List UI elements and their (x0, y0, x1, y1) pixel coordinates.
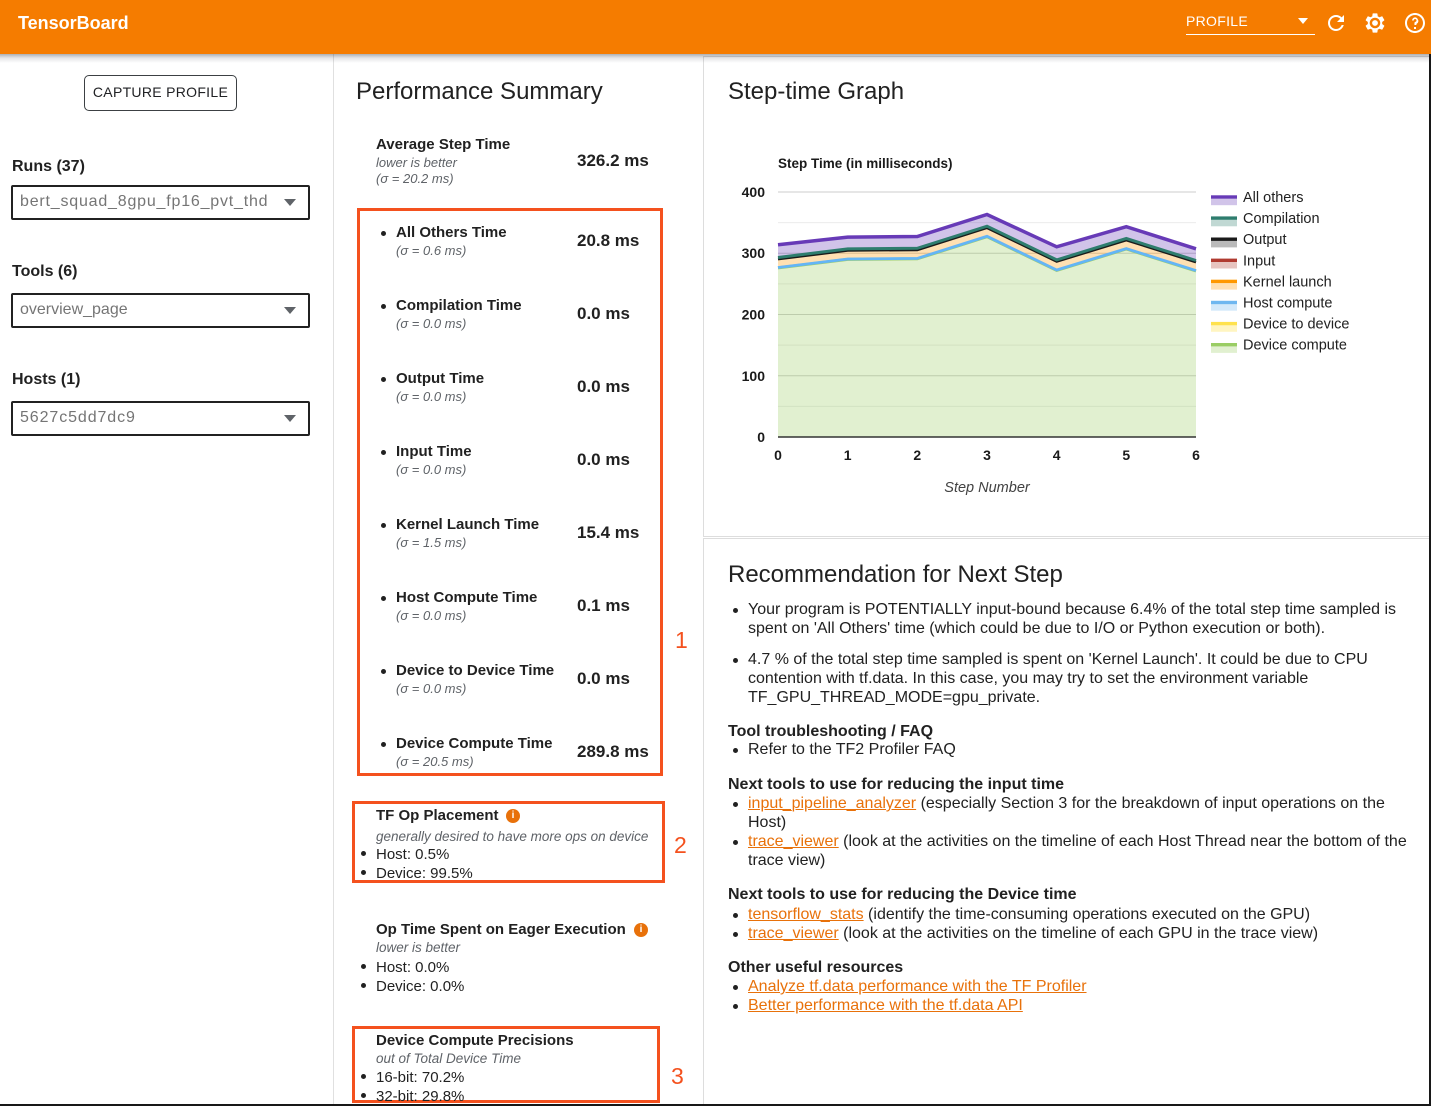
svg-text:Kernel launch: Kernel launch (1243, 274, 1332, 290)
svg-text:All others: All others (1243, 190, 1303, 206)
svg-text:0: 0 (774, 447, 782, 463)
svg-text:4: 4 (1053, 447, 1061, 463)
svg-text:5: 5 (1122, 447, 1130, 463)
svg-text:Input: Input (1243, 253, 1275, 269)
svg-text:100: 100 (742, 368, 766, 384)
svg-text:2: 2 (913, 447, 921, 463)
svg-text:6: 6 (1192, 447, 1200, 463)
svg-text:400: 400 (742, 184, 766, 200)
svg-text:Host compute: Host compute (1243, 296, 1332, 312)
svg-text:300: 300 (742, 245, 766, 261)
svg-text:0: 0 (757, 429, 765, 445)
svg-text:Device compute: Device compute (1243, 338, 1347, 354)
svg-text:Step Time (in milliseconds): Step Time (in milliseconds) (778, 156, 953, 171)
svg-text:1: 1 (844, 447, 852, 463)
svg-text:200: 200 (742, 307, 766, 323)
svg-text:3: 3 (983, 447, 991, 463)
svg-text:Compilation: Compilation (1243, 211, 1320, 227)
svg-text:Device to device: Device to device (1243, 317, 1349, 333)
svg-text:Step Number: Step Number (944, 480, 1031, 496)
svg-text:Output: Output (1243, 232, 1287, 248)
